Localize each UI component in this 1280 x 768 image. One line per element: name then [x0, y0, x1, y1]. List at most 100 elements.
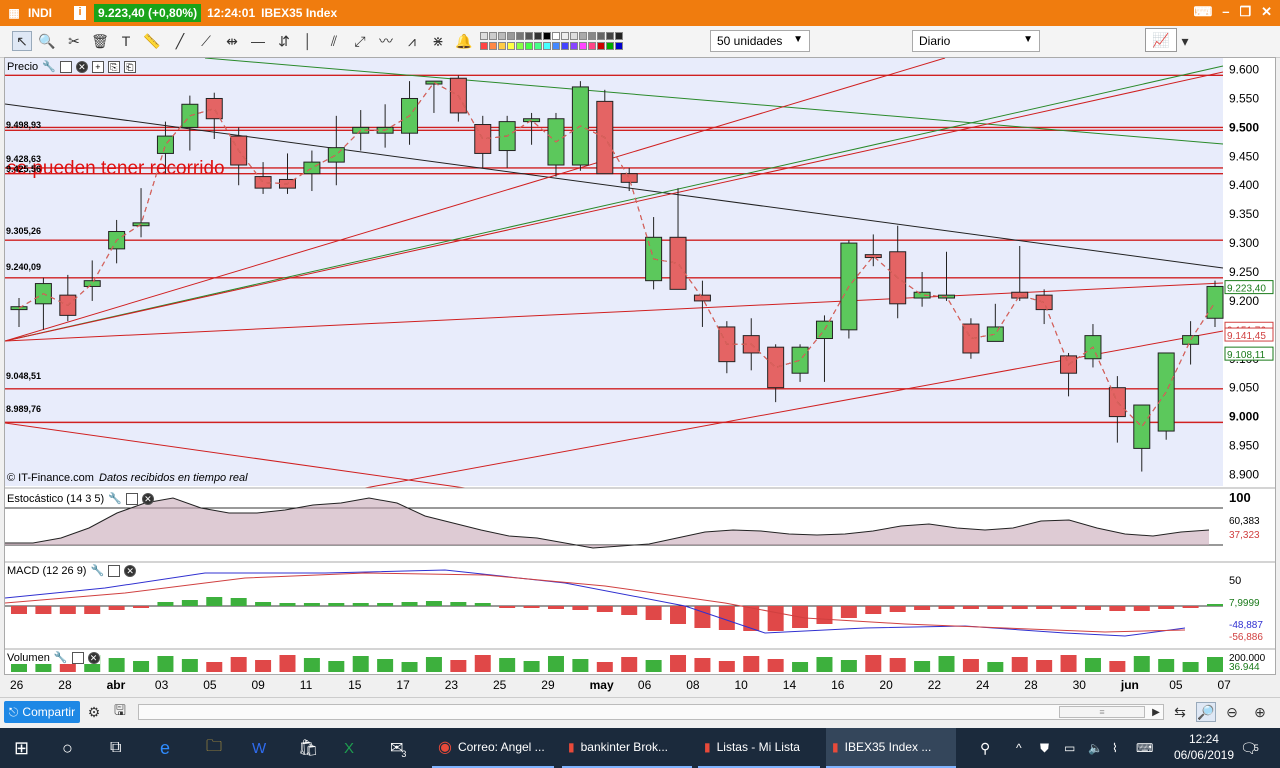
- color-swatch[interactable]: [561, 42, 569, 50]
- color-swatch[interactable]: [534, 32, 542, 40]
- restore-button[interactable]: ❐: [1239, 4, 1251, 20]
- color-swatch[interactable]: [543, 32, 551, 40]
- maximize-icon[interactable]: [125, 492, 138, 505]
- network-icon[interactable]: ⌇: [1112, 728, 1118, 768]
- menu-icon[interactable]: ▦: [4, 3, 24, 23]
- color-swatch[interactable]: [480, 42, 488, 50]
- channel-icon[interactable]: ⫽: [324, 31, 344, 51]
- color-swatch[interactable]: [516, 32, 524, 40]
- horizontal-line-icon[interactable]: ⇹: [222, 31, 242, 51]
- ruler-icon[interactable]: 📏: [142, 31, 162, 51]
- keyboard-icon[interactable]: ⌨: [1193, 4, 1212, 20]
- task-view-icon[interactable]: ⧉: [110, 728, 121, 768]
- color-swatch[interactable]: [615, 42, 623, 50]
- people-icon[interactable]: ⚲: [980, 728, 990, 768]
- color-swatch[interactable]: [489, 42, 497, 50]
- taskbar-item-ibex[interactable]: ▮ IBEX35 Index ...: [826, 728, 956, 768]
- volume-icon[interactable]: 🔈: [1088, 728, 1103, 768]
- scroll-right-icon[interactable]: ▶: [1150, 702, 1162, 722]
- tools-icon[interactable]: ✂: [64, 31, 84, 51]
- close-icon[interactable]: ✕: [75, 60, 88, 73]
- chart-type-icon[interactable]: 📈: [1145, 28, 1177, 52]
- color-swatch[interactable]: [606, 42, 614, 50]
- word-icon[interactable]: W: [252, 728, 266, 768]
- taskbar-clock[interactable]: 12:24 06/06/2019: [1174, 731, 1234, 763]
- color-swatch[interactable]: [507, 32, 515, 40]
- vertical-line-icon[interactable]: ⇵: [274, 31, 294, 51]
- wrench-icon[interactable]: 🔧: [42, 60, 56, 73]
- close-icon[interactable]: ✕: [141, 492, 154, 505]
- minimize-button[interactable]: –: [1222, 4, 1229, 20]
- close-icon[interactable]: ✕: [124, 564, 137, 577]
- chart-area[interactable]: se pueden tener recorrido © IT-Finance.co…: [4, 57, 1276, 675]
- copy-icon[interactable]: ⎘: [107, 60, 120, 73]
- wave-icon[interactable]: 〰: [376, 31, 396, 51]
- zoom-out-icon[interactable]: ⊖: [1222, 702, 1242, 722]
- color-swatch[interactable]: [579, 42, 587, 50]
- v-line-icon[interactable]: │: [298, 31, 318, 51]
- color-swatch[interactable]: [498, 32, 506, 40]
- color-swatch[interactable]: [597, 32, 605, 40]
- battery-icon[interactable]: ▭: [1064, 728, 1075, 768]
- maximize-icon[interactable]: [108, 564, 121, 577]
- excel-icon[interactable]: X: [344, 728, 354, 768]
- wrench-icon[interactable]: 🔧: [90, 564, 104, 577]
- units-select[interactable]: 50 unidades ▼: [710, 30, 810, 52]
- toggle-icon[interactable]: ⇆: [1170, 702, 1190, 722]
- export-icon[interactable]: ⎗: [123, 60, 136, 73]
- color-swatch[interactable]: [543, 42, 551, 50]
- color-swatch[interactable]: [579, 32, 587, 40]
- extended-line-icon[interactable]: ⟋: [196, 31, 216, 51]
- color-swatch[interactable]: [588, 32, 596, 40]
- save-icon[interactable]: 🖫: [110, 702, 130, 722]
- fibonacci-icon[interactable]: ⤢: [350, 31, 370, 51]
- wrench-icon[interactable]: 🔧: [54, 651, 68, 664]
- share-button[interactable]: ⎋ Compartir: [4, 701, 80, 723]
- chart-canvas[interactable]: se pueden tener recorrido© IT-Finance.co…: [5, 58, 1275, 674]
- zoom-icon[interactable]: 🔍: [37, 31, 57, 51]
- maximize-icon[interactable]: [59, 60, 72, 73]
- color-swatch[interactable]: [525, 42, 533, 50]
- text-icon[interactable]: T: [116, 31, 136, 51]
- taskbar-item-chrome[interactable]: ◉ Correo: Angel ...: [432, 728, 554, 768]
- close-button[interactable]: ✕: [1261, 4, 1272, 20]
- zoom-in-icon[interactable]: ⊕: [1250, 702, 1270, 722]
- color-swatch[interactable]: [561, 32, 569, 40]
- line-icon[interactable]: ╱: [170, 31, 190, 51]
- alert-bell-icon[interactable]: 🔔: [454, 31, 474, 51]
- period-select[interactable]: Diario ▼: [912, 30, 1040, 52]
- gann-icon[interactable]: ⋇: [428, 31, 448, 51]
- zoom-fit-icon[interactable]: 🔎: [1196, 702, 1216, 722]
- color-swatch[interactable]: [489, 32, 497, 40]
- color-swatch[interactable]: [507, 42, 515, 50]
- search-icon[interactable]: ○: [62, 728, 73, 768]
- color-swatch[interactable]: [552, 32, 560, 40]
- color-swatch[interactable]: [534, 42, 542, 50]
- color-swatch[interactable]: [570, 42, 578, 50]
- close-icon[interactable]: ✕: [87, 651, 100, 664]
- windows-start-icon[interactable]: ⊞: [14, 728, 29, 768]
- color-swatch[interactable]: [606, 32, 614, 40]
- color-swatch[interactable]: [516, 42, 524, 50]
- chevron-down-icon[interactable]: ▾: [1178, 31, 1192, 51]
- notifications-icon[interactable]: 🗨 5: [1240, 728, 1259, 768]
- color-palette[interactable]: [480, 30, 635, 54]
- plus-icon[interactable]: +: [91, 60, 104, 73]
- color-swatch[interactable]: [552, 42, 560, 50]
- color-swatch[interactable]: [498, 42, 506, 50]
- scroll-thumb[interactable]: ≡: [1059, 706, 1145, 718]
- taskbar-item-bankinter[interactable]: ▮ bankinter Brok...: [562, 728, 692, 768]
- chevron-up-icon[interactable]: ^: [1016, 728, 1022, 768]
- shield-icon[interactable]: ⛊: [1040, 728, 1049, 768]
- settings-icon[interactable]: ⚙: [84, 702, 104, 722]
- mail-icon[interactable]: ✉ 3: [390, 728, 406, 768]
- color-swatch[interactable]: [615, 32, 623, 40]
- wrench-icon[interactable]: 🔧: [108, 492, 122, 505]
- maximize-icon[interactable]: [71, 651, 84, 664]
- h-line-icon[interactable]: —: [248, 31, 268, 51]
- language-icon[interactable]: ⌨: [1136, 728, 1153, 768]
- pointer-icon[interactable]: ↖: [12, 31, 32, 51]
- color-swatch[interactable]: [570, 32, 578, 40]
- info-icon[interactable]: i: [74, 6, 86, 20]
- horizontal-scrollbar[interactable]: ≡: [138, 704, 1164, 720]
